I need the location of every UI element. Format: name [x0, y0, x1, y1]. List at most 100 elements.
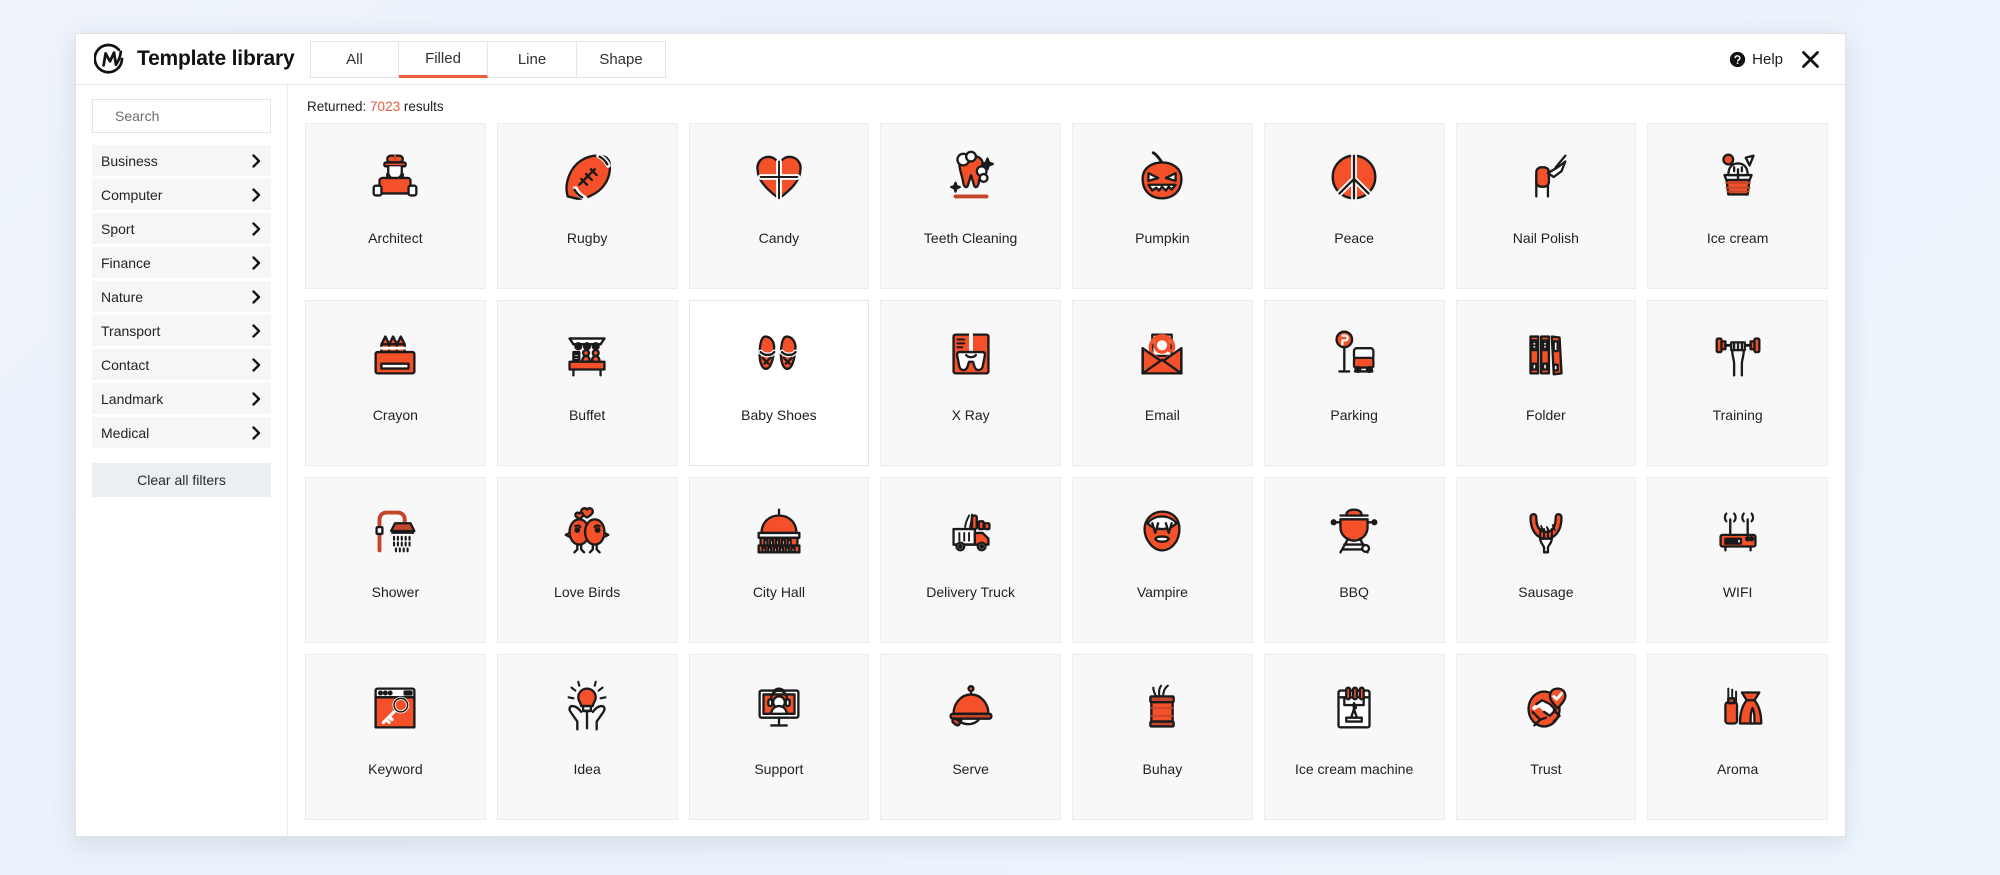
result-card-label: X Ray — [951, 407, 990, 423]
tab-all[interactable]: All — [310, 40, 399, 78]
result-card[interactable]: Idea — [496, 654, 678, 820]
result-card[interactable]: Ice cream — [1647, 123, 1828, 289]
result-card-label: Training — [1712, 407, 1763, 423]
result-card[interactable]: Shower — [305, 477, 486, 643]
tab-line[interactable]: Line — [488, 40, 577, 78]
close-x-icon[interactable] — [1800, 49, 1821, 70]
buffet-table-icon — [498, 301, 677, 407]
category-label: Contact — [101, 356, 150, 373]
result-card[interactable]: Buffet — [496, 300, 678, 466]
result-card[interactable]: BBQ — [1263, 477, 1445, 643]
sidebar-item-computer[interactable]: Computer — [92, 179, 271, 210]
help-circle-icon — [1729, 51, 1746, 68]
result-card[interactable]: Architect — [305, 123, 486, 289]
category-label: Nature — [101, 288, 144, 305]
result-card[interactable]: Delivery Truck — [880, 477, 1061, 643]
monogram-m-icon — [94, 43, 126, 75]
result-card[interactable]: Vampire — [1072, 477, 1253, 643]
search-input[interactable]: Search — [92, 99, 271, 133]
result-card-label: Trust — [1530, 761, 1562, 777]
result-card[interactable]: Ice cream machine — [1263, 654, 1445, 820]
tab-shape[interactable]: Shape — [577, 40, 666, 78]
result-card[interactable]: Folder — [1455, 300, 1637, 466]
result-card-label: Candy — [758, 230, 800, 246]
ice-cream-sundae-icon — [1648, 124, 1827, 230]
result-card[interactable]: Crayon — [305, 300, 486, 466]
clear-all-filters-button[interactable]: Clear all filters — [92, 463, 271, 497]
sidebar-item-transport[interactable]: Transport — [92, 315, 271, 346]
result-card[interactable]: Buhay — [1072, 654, 1253, 820]
result-card[interactable]: Sausage — [1455, 477, 1637, 643]
result-card[interactable]: Pumpkin — [1072, 123, 1253, 289]
result-card[interactable]: Rugby — [496, 123, 678, 289]
result-card[interactable]: Aroma — [1647, 654, 1828, 820]
help-button[interactable]: Help — [1729, 51, 1783, 68]
result-card-label: Support — [754, 761, 804, 777]
baby-shoes-icon — [690, 301, 869, 407]
result-card[interactable]: Teeth Cleaning — [880, 123, 1061, 289]
keyword-browser-key-icon — [306, 655, 485, 761]
returned-prefix: Returned: — [307, 99, 371, 114]
city-hall-icon — [690, 478, 869, 584]
result-card[interactable]: X Ray — [880, 300, 1061, 466]
result-card-label: Nail Polish — [1512, 230, 1579, 246]
result-card[interactable]: Email — [1072, 300, 1253, 466]
architect-icon — [306, 124, 485, 230]
result-card-label: Pumpkin — [1135, 230, 1190, 246]
x-ray-icon — [881, 301, 1060, 407]
category-label: Computer — [101, 186, 163, 203]
result-card-label: Crayon — [372, 407, 418, 423]
result-card[interactable]: Keyword — [305, 654, 486, 820]
support-headset-icon — [690, 655, 869, 761]
dumbbell-hand-icon — [1648, 301, 1827, 407]
peace-sign-icon — [1265, 124, 1444, 230]
result-card[interactable]: WIFI — [1647, 477, 1828, 643]
result-card-label: Architect — [368, 230, 423, 246]
result-card[interactable]: Candy — [688, 123, 870, 289]
result-card[interactable]: Baby Shoes — [688, 300, 870, 466]
sidebar-item-nature[interactable]: Nature — [92, 281, 271, 312]
returned-suffix: results — [400, 99, 444, 114]
result-card-label: Buffet — [568, 407, 606, 423]
result-card[interactable]: Parking — [1263, 300, 1445, 466]
sidebar-item-sport[interactable]: Sport — [92, 213, 271, 244]
result-card-label: Ice cream machine — [1294, 761, 1414, 777]
result-card-label: Aroma — [1717, 761, 1759, 777]
category-list: Business Computer Sport Finance Nature T… — [92, 145, 271, 448]
delivery-truck-icon — [881, 478, 1060, 584]
sidebar-item-contact[interactable]: Contact — [92, 349, 271, 380]
result-card[interactable]: City Hall — [688, 477, 870, 643]
result-card[interactable]: Peace — [1263, 123, 1445, 289]
tab-filled[interactable]: Filled — [399, 40, 488, 78]
sidebar-item-medical[interactable]: Medical — [92, 417, 271, 448]
chevron-right-icon — [251, 425, 261, 440]
result-card-label: Delivery Truck — [926, 584, 1015, 600]
wifi-router-icon — [1648, 478, 1827, 584]
result-card[interactable]: Trust — [1455, 654, 1637, 820]
modal-header: Template library All Filled Line Shape H… — [76, 34, 1845, 85]
sidebar-item-finance[interactable]: Finance — [92, 247, 271, 278]
page-title: Template library — [137, 47, 295, 70]
chevron-right-icon — [251, 255, 261, 270]
modal-body: Search Business Computer Sport Finance N… — [76, 85, 1845, 836]
result-card[interactable]: Support — [688, 654, 870, 820]
category-label: Finance — [101, 254, 151, 271]
result-card-label: Serve — [952, 761, 989, 777]
result-card-label: Idea — [573, 761, 601, 777]
result-card[interactable]: Nail Polish — [1455, 123, 1637, 289]
result-card-label: Parking — [1330, 407, 1378, 423]
chevron-right-icon — [251, 391, 261, 406]
help-label: Help — [1752, 50, 1783, 68]
love-birds-icon — [498, 478, 677, 584]
result-card-label: Rugby — [566, 230, 608, 246]
sidebar-item-business[interactable]: Business — [92, 145, 271, 176]
result-card[interactable]: Serve — [880, 654, 1061, 820]
category-label: Medical — [101, 424, 150, 441]
serve-cloche-icon — [881, 655, 1060, 761]
result-card[interactable]: Love Birds — [496, 477, 678, 643]
result-card-label: Peace — [1334, 230, 1374, 246]
sidebar-item-landmark[interactable]: Landmark — [92, 383, 271, 414]
category-label: Business — [101, 152, 158, 169]
binder-folder-icon — [1457, 301, 1636, 407]
result-card[interactable]: Training — [1647, 300, 1828, 466]
